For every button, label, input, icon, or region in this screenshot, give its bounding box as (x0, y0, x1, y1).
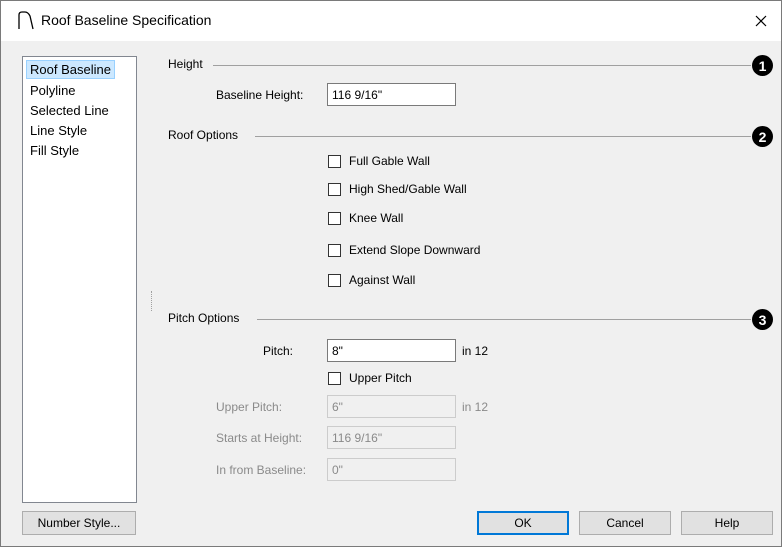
callout-badge-3: 3 (752, 309, 773, 330)
title-bar: Roof Baseline Specification (1, 1, 781, 41)
against-wall-checkbox[interactable]: Against Wall (328, 272, 415, 288)
category-item-polyline[interactable]: Polyline (26, 81, 80, 100)
pitch-label: Pitch: (263, 344, 294, 358)
extend-slope-downward-label: Extend Slope Downward (349, 243, 481, 257)
full-gable-wall-label: Full Gable Wall (349, 154, 430, 168)
help-button[interactable]: Help (681, 511, 773, 535)
pitch-options-group-label: Pitch Options (168, 311, 240, 325)
upper-pitch-checkbox[interactable]: Upper Pitch (328, 370, 412, 386)
pitch-options-group-divider (257, 319, 751, 320)
starts-at-height-label: Starts at Height: (216, 431, 303, 445)
roof-options-group-label: Roof Options (168, 128, 239, 142)
checkbox-box[interactable] (328, 182, 341, 196)
cancel-button[interactable]: Cancel (579, 511, 671, 535)
roof-options-group-divider (255, 136, 751, 137)
knee-wall-label: Knee Wall (349, 211, 404, 225)
roof-baseline-dialog: Roof Baseline Specification Roof Baselin… (0, 0, 782, 547)
category-item-roof-baseline[interactable]: Roof Baseline (26, 60, 115, 79)
checkbox-box[interactable] (328, 154, 341, 168)
baseline-height-label: Baseline Height: (216, 88, 304, 102)
checkbox-box[interactable] (328, 273, 341, 287)
window-title: Roof Baseline Specification (41, 12, 212, 28)
number-style-button[interactable]: Number Style... (22, 511, 136, 535)
extend-slope-downward-checkbox[interactable]: Extend Slope Downward (328, 242, 480, 258)
full-gable-wall-checkbox[interactable]: Full Gable Wall (328, 153, 430, 169)
upper-pitch-field[interactable] (327, 395, 456, 418)
high-shed-gable-wall-label: High Shed/Gable Wall (349, 182, 467, 196)
category-item-fill-style[interactable]: Fill Style (26, 141, 83, 160)
upper-pitch-checkbox-label: Upper Pitch (349, 371, 412, 385)
starts-at-height-field[interactable] (327, 426, 456, 449)
ok-button[interactable]: OK (477, 511, 569, 535)
in-from-baseline-field[interactable] (327, 458, 456, 481)
upper-pitch-label: Upper Pitch: (216, 400, 283, 414)
knee-wall-checkbox[interactable]: Knee Wall (328, 210, 403, 226)
in-from-baseline-label: In from Baseline: (216, 463, 307, 477)
roof-icon (18, 11, 34, 30)
pitch-field[interactable] (327, 339, 456, 362)
high-shed-gable-wall-checkbox[interactable]: High Shed/Gable Wall (328, 181, 467, 197)
category-item-selected-line[interactable]: Selected Line (26, 101, 113, 120)
upper-pitch-unit-label: in 12 (462, 400, 489, 414)
close-button[interactable] (747, 7, 775, 35)
splitter-handle[interactable] (151, 291, 154, 311)
checkbox-box[interactable] (328, 243, 341, 257)
callout-badge-1: 1 (752, 55, 773, 76)
callout-badge-2: 2 (752, 126, 773, 147)
category-item-line-style[interactable]: Line Style (26, 121, 91, 140)
against-wall-label: Against Wall (349, 273, 416, 287)
baseline-height-field[interactable] (327, 83, 456, 106)
checkbox-box[interactable] (328, 211, 341, 225)
height-group-divider (213, 65, 751, 66)
category-list[interactable]: Roof Baseline Polyline Selected Line Lin… (22, 56, 137, 503)
height-group-label: Height (168, 57, 203, 71)
pitch-unit-label: in 12 (462, 344, 489, 358)
checkbox-box[interactable] (328, 371, 341, 385)
close-icon (755, 15, 767, 27)
